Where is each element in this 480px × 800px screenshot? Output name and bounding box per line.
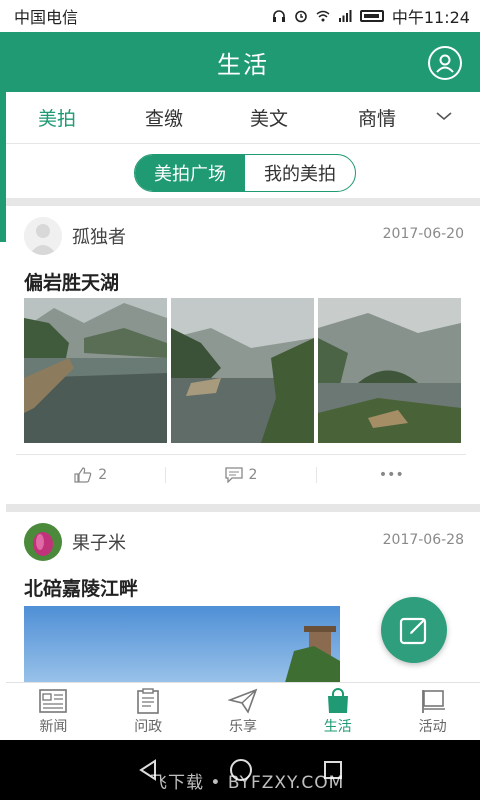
alarm-icon: [295, 10, 307, 23]
segment-square[interactable]: 美拍广场: [135, 155, 245, 191]
segment-area: 美拍广场 我的美拍: [6, 144, 480, 206]
nav-shenghuo-label: 生活: [323, 718, 352, 735]
compose-fab[interactable]: [381, 597, 447, 663]
watermark-text: 飞下载 • BYFZXY.COM: [150, 773, 345, 793]
thumbs-up-icon: [74, 466, 92, 483]
nav-wenzheng[interactable]: 问政: [101, 683, 196, 740]
nav-news-label: 新闻: [39, 718, 68, 735]
photo-riverside[interactable]: [24, 606, 340, 682]
newspaper-icon: [39, 688, 68, 713]
segmented-control: 美拍广场 我的美拍: [134, 154, 356, 192]
edit-icon: [399, 617, 427, 645]
photo-lake-2[interactable]: [171, 298, 314, 443]
status-icons: 中午11:24: [272, 4, 470, 28]
nav-huodong-label: 活动: [418, 718, 447, 735]
signal-icon: [338, 10, 352, 22]
nav-huodong[interactable]: 活动: [385, 683, 480, 740]
nav-news[interactable]: 新闻: [6, 683, 101, 740]
post-title[interactable]: 偏岩胜天湖: [24, 268, 119, 295]
wifi-icon: [316, 10, 330, 22]
comment-count: 2: [248, 466, 258, 483]
default-avatar-icon: [24, 217, 62, 255]
post-date: 2017-06-20: [382, 226, 464, 242]
avatar[interactable]: [24, 217, 62, 255]
tab-meipai[interactable]: 美拍: [38, 104, 76, 131]
post-author-row: 孤独者 2017-06-20: [24, 216, 464, 256]
clipboard-icon: [137, 687, 159, 714]
comment-icon: [224, 466, 243, 483]
page-title: 生活: [217, 50, 269, 79]
nav-wenzheng-label: 问政: [134, 718, 163, 735]
avatar[interactable]: [24, 523, 62, 561]
app-header: 生活: [6, 32, 480, 92]
photo-lake-1[interactable]: [24, 298, 167, 443]
post-separator: [6, 504, 480, 512]
post-action-bar: 2 2 •••: [16, 454, 466, 494]
tab-shangqing[interactable]: 商情: [358, 104, 396, 131]
post-date: 2017-06-28: [382, 532, 464, 548]
nav-lexiang-label: 乐享: [228, 718, 257, 735]
post-card: 孤独者 2017-06-20 偏岩胜天湖 2 2 •••: [6, 206, 480, 504]
app-screen: 中国电信 中午11:24 生活 美拍 查缴 美文 商情 美拍广场 我的美拍 孤独…: [0, 0, 480, 800]
nav-shenghuo[interactable]: 生活: [290, 683, 385, 740]
photo-lake-3[interactable]: [318, 298, 461, 443]
flag-icon: [421, 689, 445, 713]
profile-button[interactable]: [428, 46, 462, 80]
paper-plane-icon: [227, 688, 258, 714]
tab-meiwen[interactable]: 美文: [250, 104, 288, 131]
battery-icon: [359, 10, 384, 22]
author-name[interactable]: 孤独者: [72, 223, 126, 249]
category-tabs: 美拍 查缴 美文 商情: [6, 92, 480, 144]
headset-icon: [272, 10, 285, 22]
post-author-row: 果子米 2017-06-28: [24, 522, 464, 562]
lotus-avatar-icon: [24, 523, 62, 561]
shopping-bag-icon: [327, 687, 348, 713]
author-name[interactable]: 果子米: [72, 529, 126, 555]
chevron-down-icon[interactable]: [436, 108, 452, 124]
more-button[interactable]: •••: [315, 466, 466, 483]
like-count: 2: [98, 466, 108, 483]
clock-label: 中午11:24: [391, 8, 470, 27]
more-dots-icon: •••: [378, 466, 404, 483]
comment-button[interactable]: 2: [165, 466, 315, 483]
status-bar: 中国电信 中午11:24: [0, 0, 480, 32]
nav-lexiang[interactable]: 乐享: [196, 683, 291, 740]
bottom-nav: 新闻 问政 乐享 生活 活动: [6, 682, 480, 740]
tab-chajiao[interactable]: 查缴: [145, 104, 183, 131]
like-button[interactable]: 2: [16, 467, 165, 483]
segment-mine[interactable]: 我的美拍: [245, 155, 355, 191]
user-icon: [436, 54, 454, 73]
carrier-label: 中国电信: [14, 8, 79, 27]
photo-grid: [24, 298, 461, 443]
post-title[interactable]: 北碚嘉陵江畔: [24, 574, 138, 601]
